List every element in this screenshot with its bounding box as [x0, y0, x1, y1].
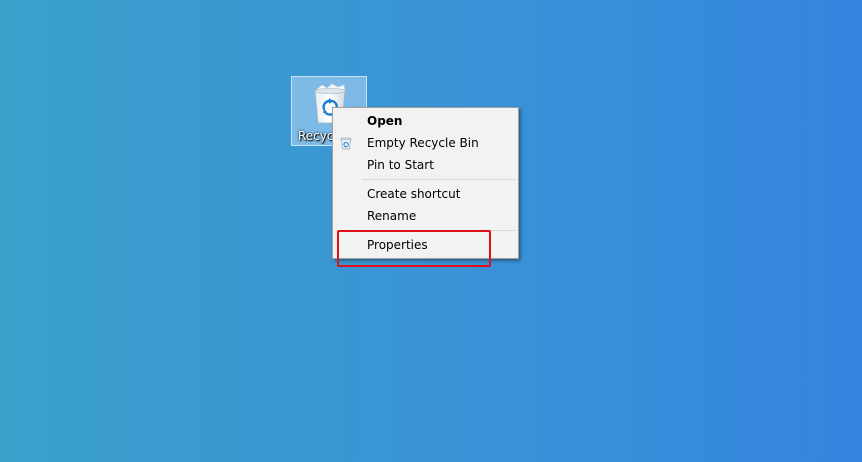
menu-item-pin-to-start[interactable]: Pin to Start [333, 154, 518, 176]
menu-item-label: Rename [367, 209, 417, 223]
menu-item-label: Open [367, 114, 403, 128]
menu-item-create-shortcut[interactable]: Create shortcut [333, 183, 518, 205]
menu-item-label: Create shortcut [367, 187, 461, 201]
menu-item-rename[interactable]: Rename [333, 205, 518, 227]
menu-item-open[interactable]: Open [333, 110, 518, 132]
highlight-box [337, 230, 491, 267]
menu-separator [362, 179, 515, 180]
menu-item-label: Pin to Start [367, 158, 434, 172]
recycle-bin-small-icon [340, 137, 352, 150]
menu-item-empty-recycle-bin[interactable]: Empty Recycle Bin [333, 132, 518, 154]
menu-item-label: Empty Recycle Bin [367, 136, 479, 150]
